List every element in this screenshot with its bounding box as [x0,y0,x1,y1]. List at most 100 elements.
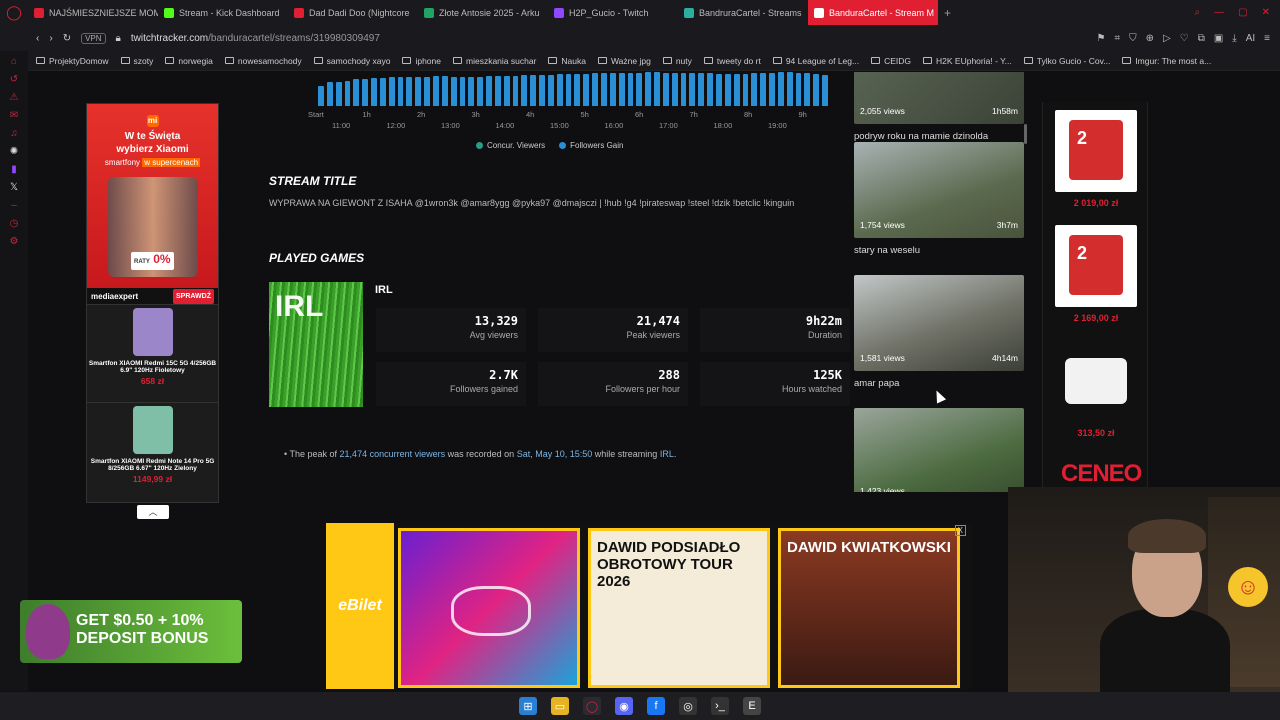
bookmark-item[interactable]: Imgur: The most a... [1122,56,1211,66]
ceneo-item-1[interactable]: 2 2 019,00 zł [1053,110,1139,215]
close-icon[interactable]: ✕ [1262,7,1270,18]
clip-title[interactable]: podryw roku na mamie dzinolda [854,131,988,142]
chart-bar [601,73,607,106]
download-icon[interactable]: ⤓ [1232,33,1236,44]
ebilet-card-kwiatkowski[interactable]: DAWID KWIATKOWSKI [778,528,960,688]
opera-logo-icon[interactable]: ◯ [0,0,28,25]
sidebar-clock-icon[interactable]: ◷ [10,218,19,229]
minimize-icon[interactable]: — [1214,7,1224,18]
snapshot-icon[interactable]: ⌗ [1114,33,1120,44]
ad-product-2[interactable]: Smartfon XIAOMI Redmi Note 14 Pro 5G 8/2… [87,402,218,500]
ebilet-banner[interactable]: eBilet DAWID PODSIADŁO OBROTOWY TOUR 202… [326,523,972,689]
bookmark-item[interactable]: iphone [402,56,441,66]
clip-title[interactable]: stary na weselu [854,245,920,256]
deposit-bonus-overlay[interactable]: GET $0.50 + 10% DEPOSIT BONUS [20,600,242,663]
forward-icon[interactable]: › [49,33,52,44]
obs-icon[interactable]: ◎ [679,697,697,715]
url-host: twitchtracker.com [130,32,209,44]
new-tab-button[interactable]: + [938,6,957,20]
browser-tab[interactable]: NAJŚMIESZNIEJSZE MOM [28,0,158,25]
ebilet-card-podsiadlo[interactable]: DAWID PODSIADŁO OBROTOWY TOUR 2026 [588,528,770,688]
sidebar-twitch-icon[interactable]: ▮ [11,164,17,175]
bookmark-item[interactable]: nowesamochody [224,56,302,66]
heart-icon[interactable]: ♡ [1180,33,1189,44]
clip-thumbnail[interactable]: 2,055 views 1h58m [854,72,1024,124]
file-explorer-icon[interactable]: ▭ [551,697,569,715]
menu-icon[interactable]: ≡ [1264,33,1270,44]
game-image[interactable]: IRL [269,282,363,407]
facebook-icon[interactable]: f [647,697,665,715]
bookmark-item[interactable]: H2K EUphoria! - Y... [923,56,1012,66]
clip-title[interactable]: amar papa [854,378,899,389]
bookmark-item[interactable]: Tylko Gucio - Cov... [1023,56,1110,66]
discord-icon[interactable]: ◉ [615,697,633,715]
vpn-badge[interactable]: VPN [81,32,106,44]
shield-icon[interactable]: ⛉ [1129,33,1137,44]
game-name[interactable]: IRL [375,284,393,296]
legend-item[interactable]: Concur. Viewers [476,141,545,150]
ebilet-close-button[interactable]: X [954,525,966,536]
ceneo-item-3[interactable]: 313,50 zł [1053,340,1139,445]
sidebar-home-icon[interactable]: ⌂ [11,56,17,67]
aria-ai-button[interactable]: AI [1246,33,1255,44]
ebilet-card-kipa[interactable] [398,528,580,688]
terminal-icon[interactable]: ›_ [711,697,729,715]
sidebar-ad-icon[interactable]: ⚠ [10,92,19,103]
sidebar-settings-icon[interactable]: ⚙ [10,236,19,247]
play-icon[interactable]: ▷ [1163,33,1171,44]
bookmark-item[interactable]: samochody xayo [313,56,390,66]
legend-item[interactable]: Followers Gain [559,141,623,150]
bookmark-item[interactable]: CEIDG [871,56,911,66]
browser-tab[interactable]: BanduraCartel - Stream M✕ [808,0,938,25]
bookmark-item[interactable]: Nauka [548,56,586,66]
bookmark-item[interactable]: ProjektyDomow [36,56,109,66]
clips-scrollbar[interactable] [1024,124,1027,144]
peak-value-link[interactable]: 21,474 [340,449,368,459]
peak-date-link[interactable]: Sat, May 10, 15:50 [517,449,593,459]
peak-game-link[interactable]: IRL [660,449,674,459]
wallet-icon[interactable]: ▣ [1214,33,1223,44]
clip-thumbnail[interactable]: 1,581 views 4h14m [854,275,1024,371]
bookmark-item[interactable]: nuty [662,56,692,66]
browser-tab[interactable]: Dad Dadi Doo (Nightcore [288,0,418,25]
ceneo-item-2[interactable]: 2 2 169,00 zł [1053,225,1139,330]
browser-tab[interactable]: Złote Antosie 2025 - Arku [418,0,548,25]
sidebar-music-icon[interactable]: ♫ [10,128,18,139]
bookmark-item[interactable]: 94 League of Leg... [772,56,859,66]
xiaomi-banner[interactable]: mi W te Święta wybierz Xiaomi smartfony … [87,104,218,304]
reload-icon[interactable]: ↻ [63,33,71,44]
sidebar-history-icon[interactable]: ↺ [10,74,18,85]
extensions-icon[interactable]: ⧉ [1198,33,1205,44]
browser-tab[interactable]: BandruraCartel - Streams [678,0,808,25]
search-icon[interactable]: ⌕ [1195,7,1201,18]
url-field[interactable]: twitchtracker.com/banduracartel/streams/… [131,33,380,44]
concurrent-viewers-link[interactable]: concurrent viewers [370,449,446,459]
maximize-icon[interactable]: ▢ [1238,7,1247,18]
festival-logo [451,586,531,636]
clip-thumbnail[interactable]: 1,754 views 3h7m [854,142,1024,238]
sidebar-messenger-icon[interactable]: ✉ [10,110,18,121]
bookmark-icon[interactable]: ⚑ [1097,33,1106,44]
bookmark-item[interactable]: norwegia [165,56,213,66]
ad-scroll-up-button[interactable]: ︿ [137,505,169,519]
chart-bar [680,73,687,106]
check-button[interactable]: SPRAWDŹ [173,288,214,304]
ad-product-1[interactable]: Smartfon XIAOMI Redmi 15C 5G 4/256GB 6.9… [87,304,218,402]
browser-tab[interactable]: H2P_Gucio - Twitch [548,0,678,25]
browser-tab[interactable]: Stream - Kick Dashboard [158,0,288,25]
bookmark-item[interactable]: tweety do rt [703,56,761,66]
ceneo-ad[interactable]: 2 2 019,00 zł 2 2 169,00 zł 313,50 zł CE… [1042,102,1148,492]
opera-taskbar-icon[interactable]: ◯ [583,697,601,715]
sidebar-chatgpt-icon[interactable]: ✺ [10,146,18,157]
clip-thumbnail[interactable]: 1,423 views1h [854,408,1024,492]
epic-games-icon[interactable]: E [743,697,761,715]
webcam-person-hair [1128,519,1206,553]
back-icon[interactable]: ‹ [36,33,39,44]
bookmark-item[interactable]: Ważne jpg [597,56,651,66]
bookmark-item[interactable]: szoty [120,56,153,66]
windows-start-icon[interactable]: ⊞ [519,697,537,715]
sidebar-x-icon[interactable]: 𝕏 [10,182,18,193]
left-ad[interactable]: mi W te Święta wybierz Xiaomi smartfony … [86,103,219,503]
translate-icon[interactable]: ⊕ [1146,33,1154,44]
bookmark-item[interactable]: mieszkania suchar [453,56,536,66]
